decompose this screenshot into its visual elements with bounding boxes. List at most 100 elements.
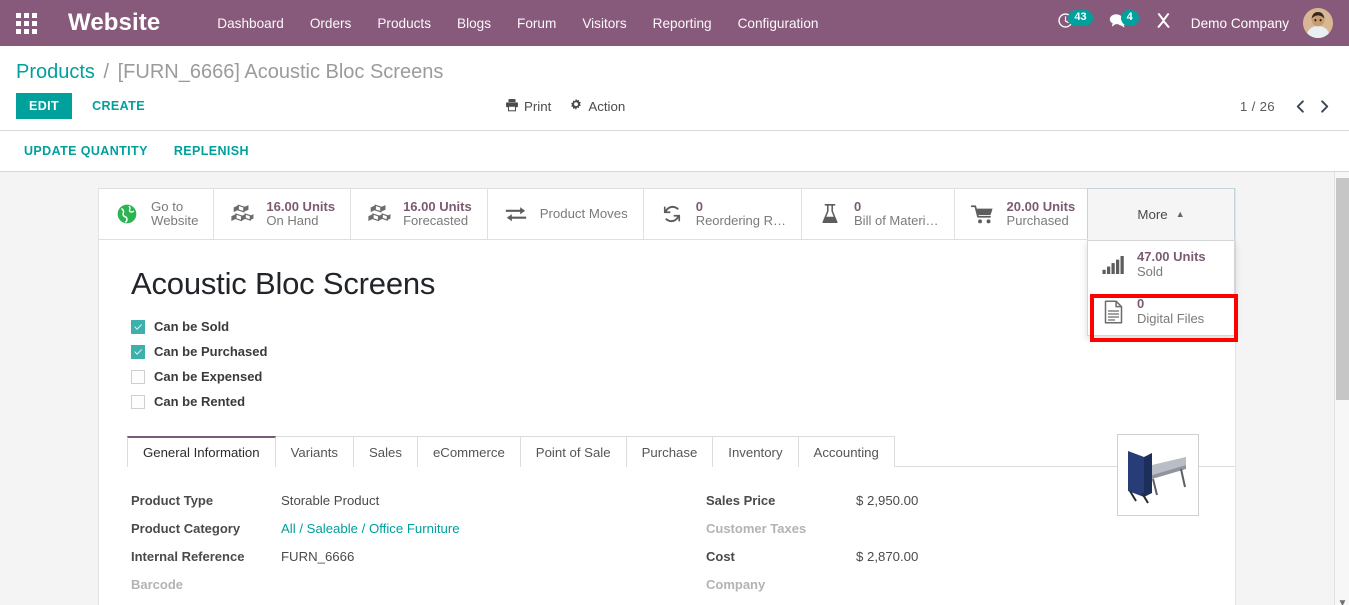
create-button[interactable]: CREATE	[79, 93, 158, 119]
stat-button-on-hand[interactable]: 16.00 Units On Hand	[214, 188, 352, 239]
more-dropdown-menu: 47.00 Units Sold 0 Digital Files	[1087, 240, 1238, 342]
tab-purchase[interactable]: Purchase	[625, 436, 714, 467]
field-label-internal-reference: Internal Reference	[131, 549, 245, 564]
menu-item-reporting[interactable]: Reporting	[640, 3, 725, 44]
checkbox-can-be-expensed[interactable]	[131, 369, 145, 384]
debug-menu-button[interactable]	[1148, 0, 1179, 46]
field-value-sales-price[interactable]: $ 2,950.00	[856, 493, 918, 508]
checkbox-can-be-rented[interactable]	[131, 394, 145, 409]
stat-label-digital-files: 0 Digital Files	[1137, 296, 1205, 326]
secondary-toolbar: UPDATE QUANTITY REPLENISH	[0, 131, 1349, 172]
tab-inventory[interactable]: Inventory	[712, 436, 799, 467]
update-quantity-button[interactable]: UPDATE QUANTITY	[16, 140, 156, 162]
field-customer-taxes: Customer Taxes	[706, 521, 1207, 545]
app-brand-title[interactable]: Website	[68, 9, 160, 37]
notebook-tabs: General Information Variants Sales eComm…	[127, 436, 1235, 467]
menu-item-forum[interactable]: Forum	[504, 3, 569, 44]
stat-button-units-sold[interactable]: 47.00 Units Sold	[1088, 241, 1234, 288]
checkbox-row-can-be-expensed[interactable]: Can be Expensed	[131, 364, 1235, 389]
field-value-cost[interactable]: $ 2,870.00	[856, 549, 918, 564]
product-image[interactable]	[1117, 434, 1199, 516]
stat-button-go-to-website[interactable]: Go to Website	[99, 188, 215, 239]
checkbox-label-can-be-sold: Can be Sold	[154, 319, 230, 334]
avatar[interactable]	[1303, 8, 1333, 38]
checkbox-row-can-be-rented[interactable]: Can be Rented	[131, 389, 1235, 414]
pager-previous-button[interactable]	[1289, 95, 1311, 117]
stat-line1: Forecasted	[403, 214, 469, 228]
stat-line1: Digital Files	[1137, 311, 1205, 326]
main-menu: Dashboard Orders Products Blogs Forum Vi…	[204, 3, 831, 44]
breadcrumb-root-products[interactable]: Products	[16, 61, 95, 83]
checkbox-row-can-be-purchased[interactable]: Can be Purchased	[131, 339, 1235, 364]
menu-item-configuration[interactable]: Configuration	[725, 3, 832, 44]
apps-grid-icon	[15, 12, 37, 34]
document-file-icon	[1100, 299, 1126, 325]
checkbox-can-be-purchased[interactable]	[131, 344, 145, 359]
stat-button-box: Go to Website 16.00 Units On Hand 16.00 …	[99, 188, 1238, 342]
stat-line1: Sold	[1137, 264, 1164, 279]
field-barcode: Barcode	[131, 577, 667, 601]
pager-next-button[interactable]	[1313, 95, 1335, 117]
field-label-barcode: Barcode	[131, 577, 184, 592]
flask-icon	[817, 201, 843, 227]
replenish-button[interactable]: REPLENISH	[166, 140, 257, 162]
apps-menu-button[interactable]	[0, 0, 52, 46]
stat-line1: Bill of Materi…	[854, 214, 939, 228]
field-value-product-category[interactable]: All / Saleable / Office Furniture	[281, 521, 460, 536]
messages-count-badge: 4	[1120, 10, 1139, 26]
control-panel-buttons: EDIT CREATE Print Action 1 / 26	[0, 89, 1349, 130]
field-product-category: Product Category All / Saleable / Office…	[131, 521, 667, 545]
form-sheet: Go to Website 16.00 Units On Hand 16.00 …	[98, 188, 1238, 605]
menu-item-products[interactable]: Products	[364, 3, 444, 44]
edit-button[interactable]: EDIT	[16, 93, 73, 119]
checkbox-label-can-be-rented: Can be Rented	[154, 394, 246, 409]
shopping-cart-icon	[970, 201, 996, 227]
messages-menu-button[interactable]: 4	[1102, 0, 1146, 46]
stat-value: 20.00 Units	[1006, 198, 1076, 214]
tab-sales[interactable]: Sales	[352, 436, 418, 467]
stat-button-purchased[interactable]: 20.00 Units Purchased	[954, 188, 1091, 239]
pager-value: 1 / 26	[1239, 98, 1275, 114]
field-label-product-type: Product Type	[131, 493, 214, 508]
stat-label-purchased: 20.00 Units Purchased	[1006, 198, 1076, 229]
field-product-type: Product Type Storable Product	[131, 493, 667, 517]
activities-menu-button[interactable]: 43	[1050, 0, 1099, 46]
print-menu-button[interactable]: Print	[505, 98, 551, 115]
tab-accounting[interactable]: Accounting	[797, 436, 895, 467]
menu-item-visitors[interactable]: Visitors	[569, 3, 639, 44]
tab-general-information[interactable]: General Information	[127, 436, 276, 467]
stat-line2: Website	[151, 214, 199, 228]
field-value-internal-reference[interactable]: FURN_6666	[281, 549, 354, 564]
breadcrumb-current-record: [FURN_6666] Acoustic Bloc Screens	[117, 61, 444, 83]
field-value-product-type[interactable]: Storable Product	[281, 493, 379, 508]
tab-point-of-sale[interactable]: Point of Sale	[519, 436, 627, 467]
stat-button-bill-of-materials[interactable]: 0 Bill of Materi…	[802, 188, 955, 239]
more-dropdown-button[interactable]: More ▲	[1087, 188, 1235, 240]
boxes-icon	[229, 201, 255, 227]
tab-ecommerce[interactable]: eCommerce	[416, 436, 521, 467]
control-panel-actions: Print Action	[505, 98, 625, 115]
stat-value: 0	[854, 198, 862, 214]
wrench-tools-icon	[1155, 12, 1172, 34]
stat-button-product-moves[interactable]: Product Moves	[487, 188, 644, 239]
menu-item-orders[interactable]: Orders	[297, 3, 365, 44]
stat-button-digital-files[interactable]: 0 Digital Files	[1088, 288, 1234, 335]
menu-item-blogs[interactable]: Blogs	[444, 3, 504, 44]
form-column-left: Product Type Storable Product Product Ca…	[127, 493, 667, 605]
checkbox-row-can-be-sold[interactable]: Can be Sold	[131, 314, 1235, 339]
scrollbar-thumb[interactable]	[1336, 178, 1349, 400]
stat-label-units-sold: 47.00 Units Sold	[1137, 249, 1206, 279]
action-menu-button[interactable]: Action	[569, 98, 625, 115]
menu-item-dashboard[interactable]: Dashboard	[204, 3, 297, 44]
vertical-scrollbar[interactable]: ▼	[1334, 172, 1349, 605]
company-switcher[interactable]: Demo Company	[1181, 16, 1301, 31]
field-label-sales-price: Sales Price	[706, 493, 776, 508]
checkbox-can-be-sold[interactable]	[131, 319, 145, 334]
tab-variants[interactable]: Variants	[274, 436, 354, 467]
stat-label-bill-of-materials: 0 Bill of Materi…	[854, 198, 939, 229]
chevron-down-icon[interactable]: ▼	[1335, 598, 1349, 605]
stat-button-forecasted[interactable]: 16.00 Units Forecasted	[351, 188, 488, 239]
stat-label-product-moves: Product Moves	[540, 207, 628, 222]
field-company: Company	[706, 577, 1207, 601]
stat-button-reordering-rules[interactable]: 0 Reordering R…	[643, 188, 803, 239]
